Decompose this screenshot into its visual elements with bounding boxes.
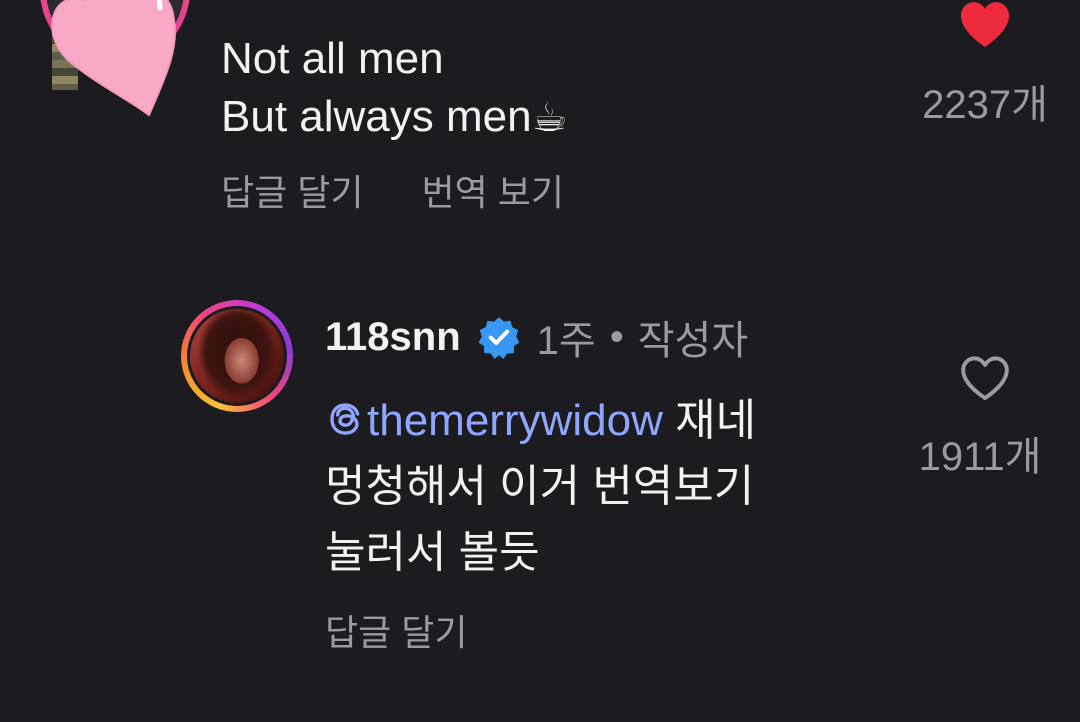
reply-button[interactable]: 답글 달기 bbox=[325, 612, 467, 653]
timestamp: 1주 bbox=[536, 319, 596, 363]
author-tag: 작성자 bbox=[637, 319, 749, 363]
comment-line: themerrywidow 재네 bbox=[325, 388, 756, 454]
verified-badge-icon bbox=[478, 317, 520, 359]
comment-line: 멍청해서 이거 번역보기 bbox=[325, 462, 755, 511]
threads-icon bbox=[330, 403, 360, 435]
comment-line: 눌러서 볼듯 bbox=[325, 528, 540, 577]
comment-text: themerrywidow 재네 멍청해서 이거 번역보기 눌러서 볼듯 bbox=[325, 388, 756, 586]
mention-handle: themerrywidow bbox=[367, 396, 663, 445]
avatar[interactable] bbox=[181, 300, 293, 412]
translate-button[interactable]: 번역 보기 bbox=[421, 172, 563, 213]
mention-link[interactable]: themerrywidow bbox=[325, 396, 663, 445]
comment-header: 118snn 1주 • 작성자 bbox=[325, 308, 748, 366]
like-control: 2237개 bbox=[922, 0, 1048, 127]
username[interactable]: 118snn bbox=[325, 315, 461, 360]
comment-line: But always men☕ bbox=[221, 92, 568, 141]
comment-line: Not all men bbox=[221, 34, 444, 83]
heart-outline-icon[interactable] bbox=[958, 354, 1012, 402]
avatar-photo bbox=[187, 306, 287, 406]
like-count: 2237개 bbox=[922, 83, 1048, 127]
pink-heart-sticker bbox=[51, 0, 176, 117]
heart-filled-icon[interactable] bbox=[958, 0, 1012, 48]
like-control: 1911개 bbox=[919, 354, 1041, 479]
coffee-emoji: ☕ bbox=[531, 95, 568, 141]
comment-actions: 답글 달기 번역 보기 bbox=[221, 164, 622, 216]
separator-dot: • bbox=[609, 314, 624, 359]
comment-actions: 답글 달기 bbox=[325, 604, 467, 656]
comment-line-rest: 재네 bbox=[662, 396, 757, 445]
like-count: 1911개 bbox=[918, 435, 1042, 479]
reply-button[interactable]: 답글 달기 bbox=[221, 172, 363, 213]
comment-text: Not all men But always men☕ bbox=[221, 30, 567, 147]
